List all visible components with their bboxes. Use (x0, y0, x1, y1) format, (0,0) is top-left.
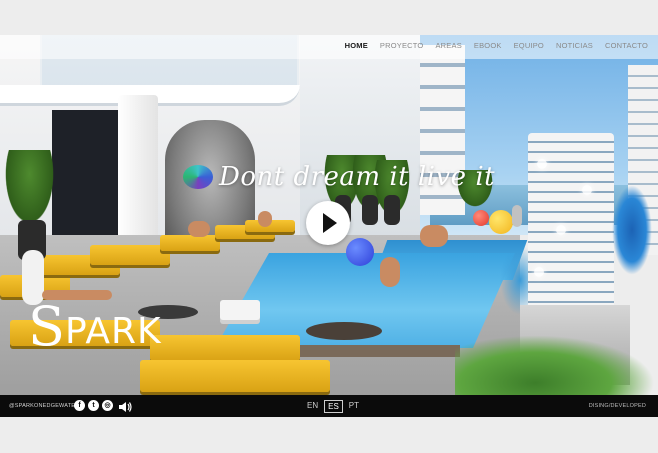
beach-ball-yellow (489, 210, 513, 234)
hotspot-dot[interactable] (582, 185, 592, 195)
instagram-icon[interactable]: ◎ (102, 400, 113, 411)
person-standing (512, 205, 522, 227)
nav-item-home[interactable]: HOME (345, 41, 368, 50)
beach-ball-red (473, 210, 489, 226)
footer-bar: @SPARKONEDGEWATER f t ◎ EN ES PT DISING/… (0, 395, 658, 417)
lounger (90, 245, 170, 265)
side-table (306, 322, 382, 340)
language-switcher: EN ES PT (304, 400, 365, 413)
nav-item-contacto[interactable]: CONTACTO (605, 41, 648, 50)
person-lounger (188, 221, 210, 237)
brand-initial: S (28, 295, 65, 358)
nav-menu: HOME PROYECTO AREAS EBOOK EQUIPO NOTICIA… (333, 41, 648, 50)
credits-link[interactable]: DISING/DEVELOPED (589, 403, 646, 409)
paint-splash (612, 185, 652, 275)
top-navigation: HOME PROYECTO AREAS EBOOK EQUIPO NOTICIA… (0, 35, 658, 59)
hotspot-dot[interactable] (534, 267, 544, 277)
twitter-icon[interactable]: t (88, 400, 99, 411)
lounger (150, 335, 300, 361)
speaker-icon (119, 402, 132, 412)
towels (220, 300, 260, 320)
facebook-icon[interactable]: f (74, 400, 85, 411)
hero-tagline: Dont dream it live it (219, 162, 496, 192)
nav-item-equipo[interactable]: EQUIPO (514, 41, 544, 50)
sound-toggle-button[interactable] (118, 400, 132, 418)
nav-item-ebook[interactable]: EBOOK (474, 41, 502, 50)
lang-es[interactable]: ES (324, 400, 343, 413)
person-seated (420, 225, 448, 247)
play-icon (323, 213, 337, 233)
spark-brand-logo: S PARK (28, 300, 162, 354)
lounger (140, 360, 330, 392)
hero-tagline-block: Dont dream it live it (183, 162, 495, 192)
play-video-button[interactable] (306, 201, 350, 245)
lang-pt[interactable]: PT (346, 400, 362, 413)
nav-item-proyecto[interactable]: PROYECTO (380, 41, 424, 50)
lang-en[interactable]: EN (304, 400, 321, 413)
person-lounger (258, 211, 272, 227)
hotspot-dot[interactable] (537, 159, 547, 169)
social-handle[interactable]: @SPARKONEDGEWATER (9, 403, 79, 409)
lounger (160, 235, 220, 251)
beach-ball-blue (346, 238, 374, 266)
person-in-pool (380, 257, 400, 287)
hero-background-scene: HOME PROYECTO AREAS EBOOK EQUIPO NOTICIA… (0, 35, 658, 417)
hotspot-dot[interactable] (556, 225, 566, 235)
palm-plant (2, 150, 57, 230)
plant-pot (384, 195, 400, 225)
spark-logo-icon (183, 165, 213, 189)
social-links: f t ◎ (74, 400, 116, 411)
nav-item-noticias[interactable]: NOTICIAS (556, 41, 593, 50)
brand-name: PARK (65, 311, 162, 352)
nav-item-areas[interactable]: AREAS (435, 41, 461, 50)
